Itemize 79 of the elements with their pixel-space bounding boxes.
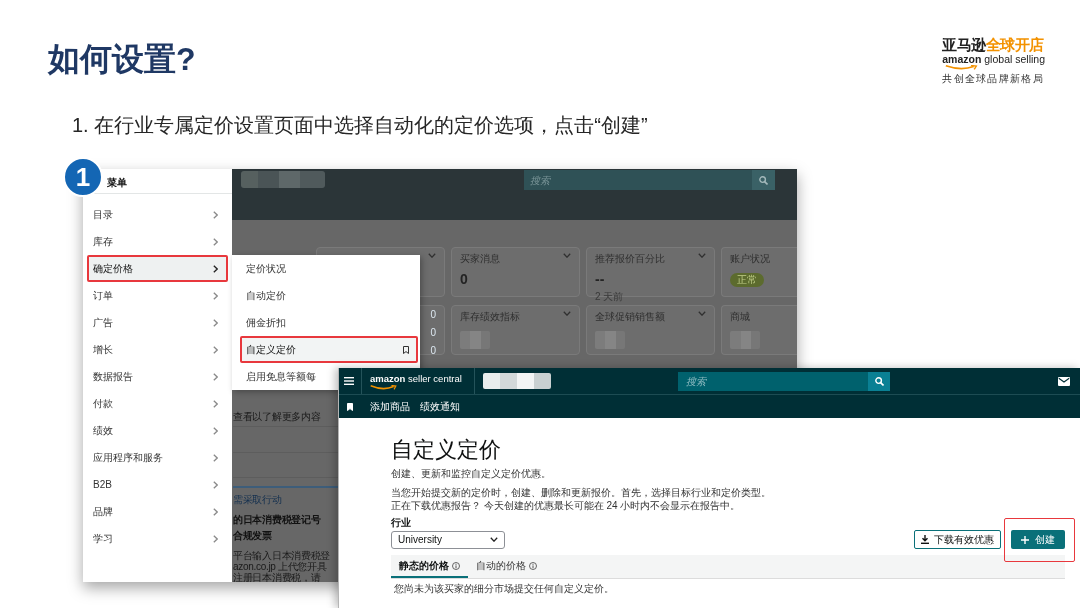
smile-arrow-icon: [370, 384, 398, 390]
chevron-right-icon: [213, 318, 218, 327]
background-text: 查看以了解更多内容: [233, 411, 321, 422]
menu-item[interactable]: 广告: [87, 309, 228, 336]
search-field[interactable]: 搜索: [524, 170, 752, 190]
menu-item[interactable]: 目录: [87, 201, 228, 228]
logo-slogan: 共创全球品牌新格局: [942, 73, 1044, 85]
seller-central-logo-text: amazon seller central: [370, 372, 462, 384]
envelope-icon[interactable]: [1058, 376, 1070, 386]
slide-title: 如何设置?: [48, 40, 196, 78]
chevron-right-icon: [213, 237, 218, 246]
tab[interactable]: 自动的价格: [468, 555, 545, 578]
chevron-right-icon: [213, 291, 218, 300]
logo-brand-line: amazon global selling: [942, 53, 1045, 65]
chevron-right-icon: [213, 480, 218, 489]
empty-message: 您尚未为该买家的细分市场提交任何自定义定价。: [393, 582, 615, 595]
background-text: 平台输入日本消费税登: [233, 550, 330, 561]
create-button[interactable]: 创建: [1011, 530, 1065, 549]
menu-item[interactable]: 库存: [87, 228, 228, 255]
logo-wordmark: 亚马逊全球开店: [942, 36, 1044, 53]
submenu-item[interactable]: 自动定价: [240, 282, 418, 309]
menu-item[interactable]: 应用程序和服务: [87, 444, 228, 471]
menu-item[interactable]: 品牌: [87, 498, 228, 525]
blurred-block: [482, 373, 551, 389]
info-icon: [529, 561, 537, 570]
bookmark-icon[interactable]: [347, 402, 353, 411]
search-icon: [874, 376, 884, 386]
status-pill: 正常: [730, 273, 764, 287]
chevron-right-icon: [213, 264, 218, 273]
chevron-right-icon: [213, 345, 218, 354]
chevron-right-icon: [213, 210, 218, 219]
menu-icon[interactable]: [344, 377, 354, 385]
bookmark-icon: [403, 345, 409, 354]
menu-item[interactable]: B2B: [87, 471, 228, 498]
download-icon: [921, 535, 929, 544]
menu-item[interactable]: 数据报告: [87, 363, 228, 390]
background-heading: 的日本消费税登记号: [233, 513, 321, 527]
card-value: --: [595, 271, 605, 287]
menu-item[interactable]: 增长: [87, 336, 228, 363]
card-value: 0: [460, 271, 468, 287]
step-number: 1: [63, 157, 103, 197]
download-button[interactable]: 下载有效优惠: [914, 530, 1001, 549]
menu-item[interactable]: 确定价格: [87, 255, 228, 282]
info-icon: [452, 561, 460, 570]
search-field[interactable]: 搜索: [678, 371, 868, 391]
industry-select[interactable]: University: [391, 530, 505, 549]
card-value: 0: [430, 308, 436, 322]
search-icon: [759, 175, 768, 185]
chevron-right-icon: [213, 426, 218, 435]
chevron-right-icon: [213, 399, 218, 408]
menu-item[interactable]: 学习: [87, 525, 228, 552]
background-text: 注册日本消费税，请: [233, 572, 321, 582]
nav-link[interactable]: 绩效通知: [420, 399, 460, 414]
menu-item[interactable]: 订单: [87, 282, 228, 309]
menu-item[interactable]: 绩效: [87, 417, 228, 444]
instruction-text: 1. 在行业专属定价设置页面中选择自动化的定价选项，点击“创建”: [72, 113, 648, 137]
page-heading: 自定义定价: [391, 437, 502, 463]
field-label: 行业: [391, 516, 412, 529]
chevron-right-icon: [213, 453, 218, 462]
submenu-item[interactable]: 自定义定价: [240, 336, 418, 363]
description-text: 正在下载优惠报告？ 今天创建的优惠最长可能在 24 小时内不会显示在报告中。: [391, 499, 742, 512]
chevron-right-icon: [213, 507, 218, 516]
menu-item[interactable]: 付款: [87, 390, 228, 417]
submenu-item[interactable]: 定价状况: [240, 255, 418, 282]
description-text: 当您开始提交新的定价时，创建、删除和更新报价。首先，选择目标行业和定价类型。: [391, 486, 772, 499]
smile-arrow-icon: [945, 65, 980, 70]
tab[interactable]: 静态的价格: [391, 555, 468, 578]
page-subtitle: 创建、更新和监控自定义定价优惠。: [391, 467, 552, 480]
card-value: 0: [430, 344, 436, 358]
background-heading: 合规发票: [233, 529, 272, 543]
chevron-right-icon: [213, 534, 218, 543]
card-value: 0: [430, 326, 436, 340]
chevron-down-icon: [490, 537, 498, 542]
search-button[interactable]: [868, 371, 890, 391]
plus-icon: [1021, 535, 1029, 544]
submenu-item[interactable]: 佣金折扣: [240, 309, 418, 336]
nav-link[interactable]: 添加商品: [370, 399, 410, 414]
chevron-right-icon: [213, 372, 218, 381]
menu-title: 菜单: [107, 177, 127, 188]
